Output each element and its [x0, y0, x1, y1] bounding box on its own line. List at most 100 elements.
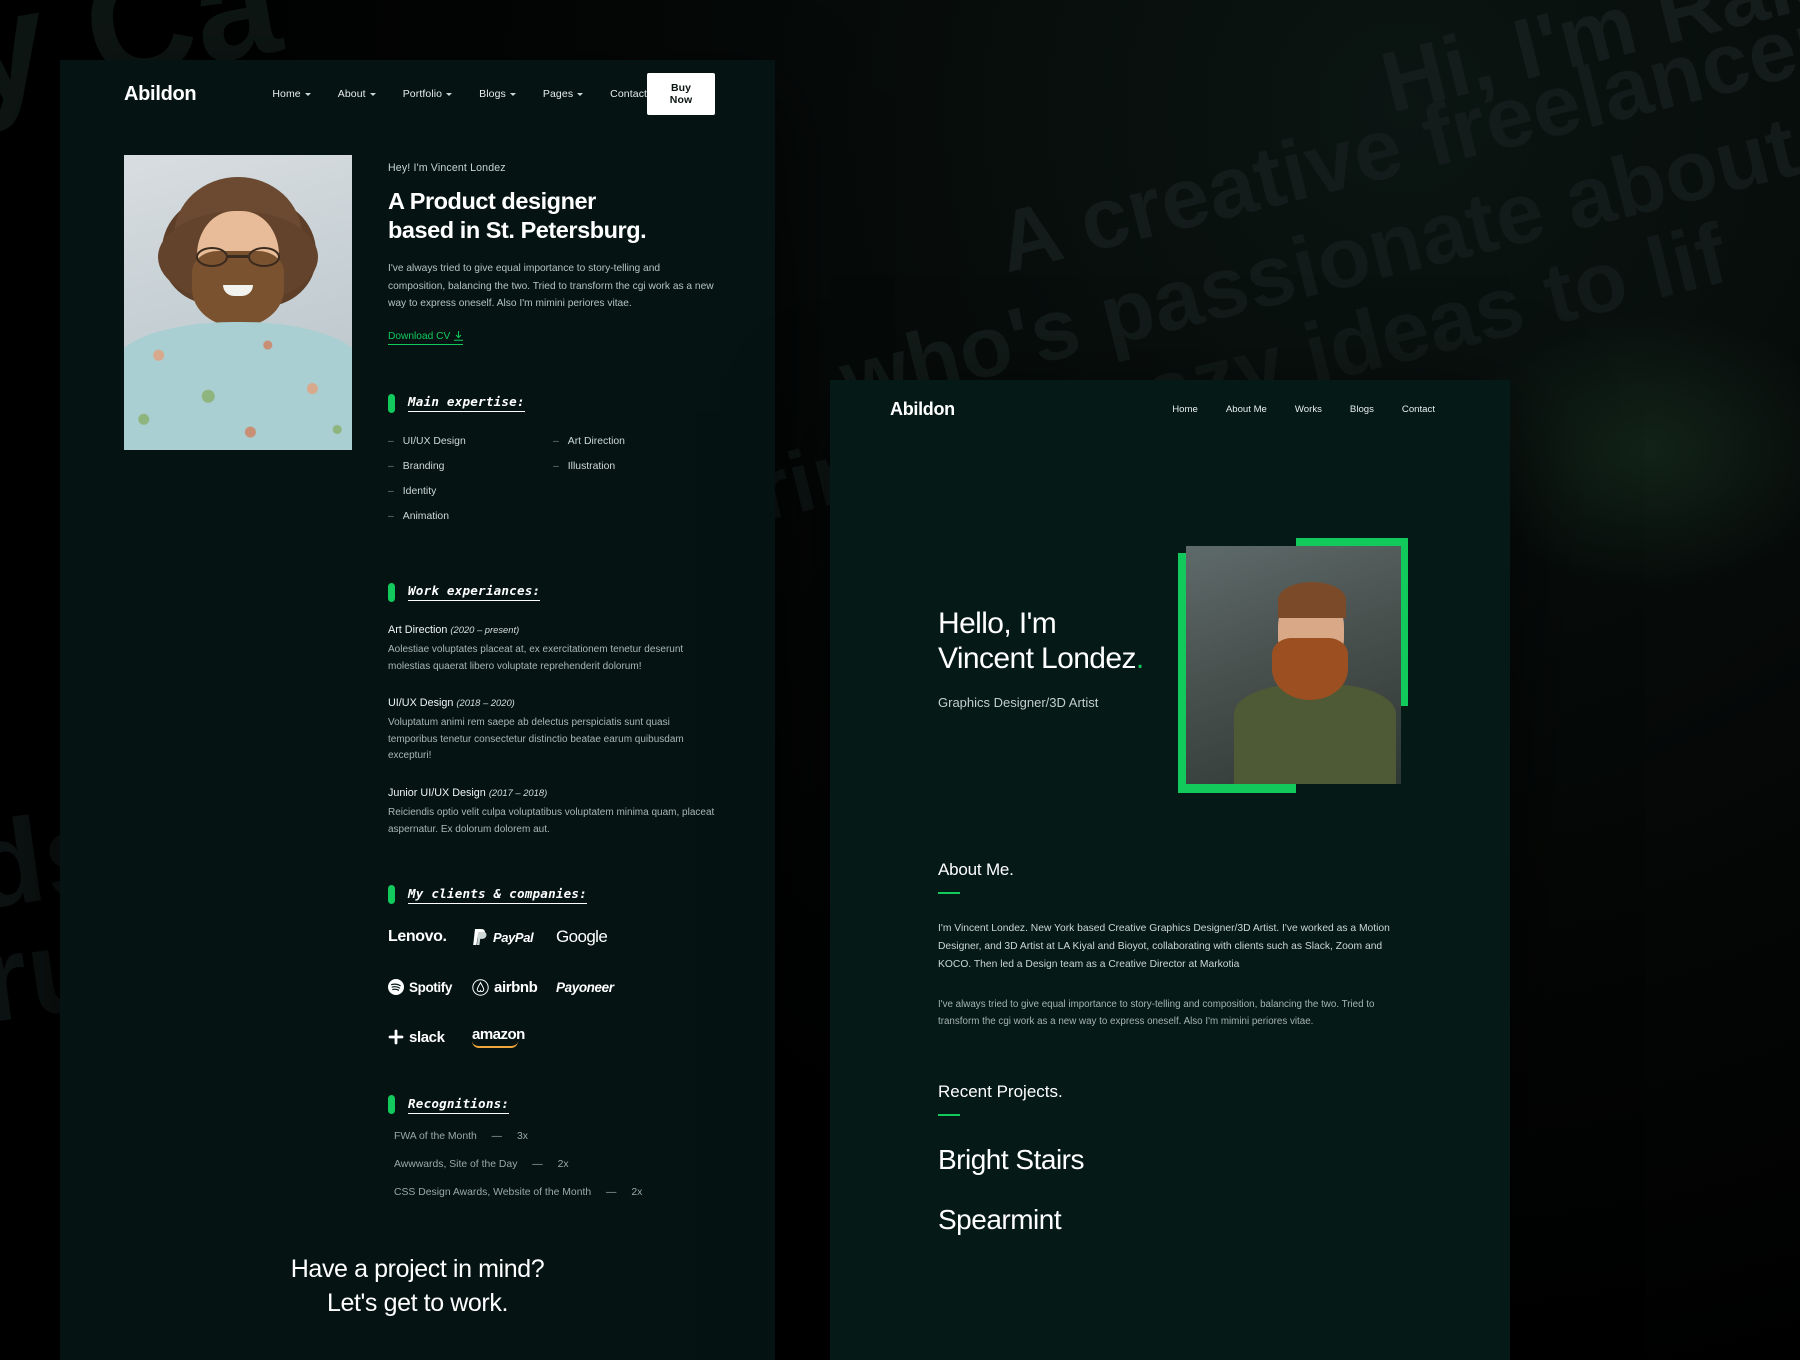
about-title: About Me.: [938, 860, 1014, 879]
headline-line-2: based in St. Petersburg.: [388, 216, 647, 243]
nav-item-about[interactable]: About: [338, 88, 376, 100]
navbar-right: Abildon Home About Me Works Blogs Contac…: [830, 380, 1510, 438]
main-menu: Home About Portfolio Blogs Pages Contact: [272, 88, 647, 100]
about-paragraph-1: I'm Vincent Londez. New York based Creat…: [938, 923, 1390, 971]
dash-icon: –: [388, 460, 394, 472]
nav-item-contact[interactable]: Contact: [610, 88, 647, 100]
dash-icon: –: [553, 460, 559, 472]
paypal-logo: PayPal: [472, 926, 556, 948]
page-title: A Product designer based in St. Petersbu…: [388, 187, 718, 244]
recognition-count: 2x: [557, 1159, 569, 1171]
nav-item-portfolio[interactable]: Portfolio: [402, 88, 453, 100]
list-item: – Illustration: [553, 461, 718, 472]
work-description: Aolestiae voluptates placeat at, ex exer…: [388, 643, 684, 672]
download-cv-label: Download CV: [388, 330, 451, 342]
nav-label: Home: [272, 88, 301, 100]
recognition-count: 3x: [516, 1131, 528, 1143]
work-period: (2020 – present): [450, 623, 520, 635]
spotify-logo: Spotify: [388, 976, 472, 998]
airbnb-label: airbnb: [494, 978, 538, 996]
navbar-left: Abildon Home About Portfolio Blogs Pages…: [60, 60, 775, 128]
hero-photo: [1186, 546, 1401, 784]
nav-label: Blogs: [479, 88, 506, 100]
nav-item-home[interactable]: Home: [1172, 404, 1198, 415]
nav-label: Portfolio: [402, 88, 443, 100]
about-paragraph-2: I've always tried to give equal importan…: [938, 999, 1375, 1028]
cta-line-2: Let's get to work.: [327, 1288, 508, 1317]
work-item: UI/UX Design (2018 – 2020) Voluptatum an…: [388, 697, 718, 765]
hero-name-dot: .: [1135, 642, 1144, 676]
nav-item-blogs[interactable]: Blogs: [1350, 404, 1374, 415]
nav-item-blogs[interactable]: Blogs: [479, 88, 516, 100]
recognitions-title: Recognitions:: [408, 1096, 510, 1114]
hero-heading: Hello, I'm Vincent Londez.: [938, 606, 1144, 677]
list-item: – Animation: [388, 511, 553, 522]
dash-icon: –: [388, 435, 394, 447]
portfolio-page-right: Abildon Home About Me Works Blogs Contac…: [830, 380, 1510, 1360]
nav-label: Contact: [610, 88, 648, 100]
cta-line-1: Have a project in mind?: [290, 1255, 545, 1284]
work-role: Junior UI/UX Design (2017 – 2018): [388, 787, 718, 799]
site-logo[interactable]: Abildon: [124, 83, 197, 106]
section-header-recognitions: Recognitions:: [388, 1095, 718, 1115]
expertise-label: Branding: [402, 460, 445, 472]
airbnb-logo: airbnb: [472, 976, 556, 998]
paypal-icon: [473, 929, 487, 946]
photo-beard: [1272, 638, 1348, 700]
dash-icon: –: [388, 510, 394, 522]
work-role-label: Junior UI/UX Design: [388, 786, 486, 799]
project-item[interactable]: Bright Stairs: [938, 1144, 1402, 1176]
buy-now-button[interactable]: Buy Now: [647, 73, 715, 115]
hero-name: Vincent Londez: [938, 642, 1136, 676]
nav-item-about-me[interactable]: About Me: [1226, 404, 1267, 415]
accent-bar: [388, 1095, 395, 1115]
about-me-section: About Me. I'm Vincent Londez. New York b…: [830, 860, 1510, 1030]
expertise-column-left: – UI/UX Design – Branding – Identity – Anima…: [388, 436, 553, 536]
accent-rule: [938, 1114, 960, 1117]
list-item: – Identity: [388, 486, 553, 497]
chevron-down-icon: [577, 93, 584, 96]
amazon-smile-icon: [472, 1041, 518, 1049]
nav-item-pages[interactable]: Pages: [542, 88, 584, 100]
nav-item-works[interactable]: Works: [1295, 404, 1322, 415]
expertise-list: – UI/UX Design – Branding – Identity – Anima…: [388, 436, 718, 536]
section-header-work: Work experiances:: [388, 582, 718, 602]
accent-bar: [388, 885, 395, 905]
spotify-label: Spotify: [409, 979, 452, 995]
list-item: – Branding: [388, 461, 553, 472]
separator-dash: —: [606, 1187, 617, 1199]
profile-photo: [124, 155, 352, 450]
work-period: (2017 – 2018): [488, 786, 548, 798]
work-role: UI/UX Design (2018 – 2020): [388, 697, 718, 709]
nav-label: About: [337, 88, 366, 100]
work-item: Junior UI/UX Design (2017 – 2018) Reicie…: [388, 787, 718, 838]
slack-icon: [388, 1029, 404, 1045]
work-role-label: UI/UX Design: [388, 697, 454, 710]
list-item: – UI/UX Design: [388, 436, 553, 447]
nav-label: Pages: [542, 88, 574, 100]
accent-rule: [938, 892, 960, 894]
photo-shirt: [124, 322, 352, 450]
recognition-count: 2x: [631, 1187, 643, 1199]
spotify-icon: [388, 979, 404, 996]
download-cv-link[interactable]: Download CV: [388, 330, 464, 345]
work-role: Art Direction (2020 – present): [388, 624, 718, 636]
separator-dash: —: [532, 1159, 543, 1171]
site-logo[interactable]: Abildon: [890, 399, 955, 420]
hero-role: Graphics Designer/3D Artist: [938, 694, 1099, 710]
chevron-down-icon: [509, 93, 516, 96]
airbnb-icon: [472, 978, 489, 996]
section-header-clients: My clients & companies:: [388, 885, 718, 905]
slack-label: slack: [409, 1028, 445, 1046]
work-item: Art Direction (2020 – present) Aolestiae…: [388, 624, 718, 675]
nav-item-home[interactable]: Home: [272, 88, 311, 100]
amazon-logo: amazon: [472, 1026, 556, 1049]
nav-item-contact[interactable]: Contact: [1402, 404, 1435, 415]
projects-title: Recent Projects.: [938, 1082, 1063, 1102]
download-icon: [454, 331, 464, 342]
project-item[interactable]: Spearmint: [938, 1204, 1402, 1236]
expertise-label: Illustration: [567, 460, 616, 472]
expertise-column-right: – Art Direction – Illustration: [553, 436, 718, 536]
recognition-item: FWA of the Month — 3x: [388, 1131, 718, 1142]
left-content-column: Hey! I'm Vincent Londez A Product design…: [388, 155, 718, 1198]
